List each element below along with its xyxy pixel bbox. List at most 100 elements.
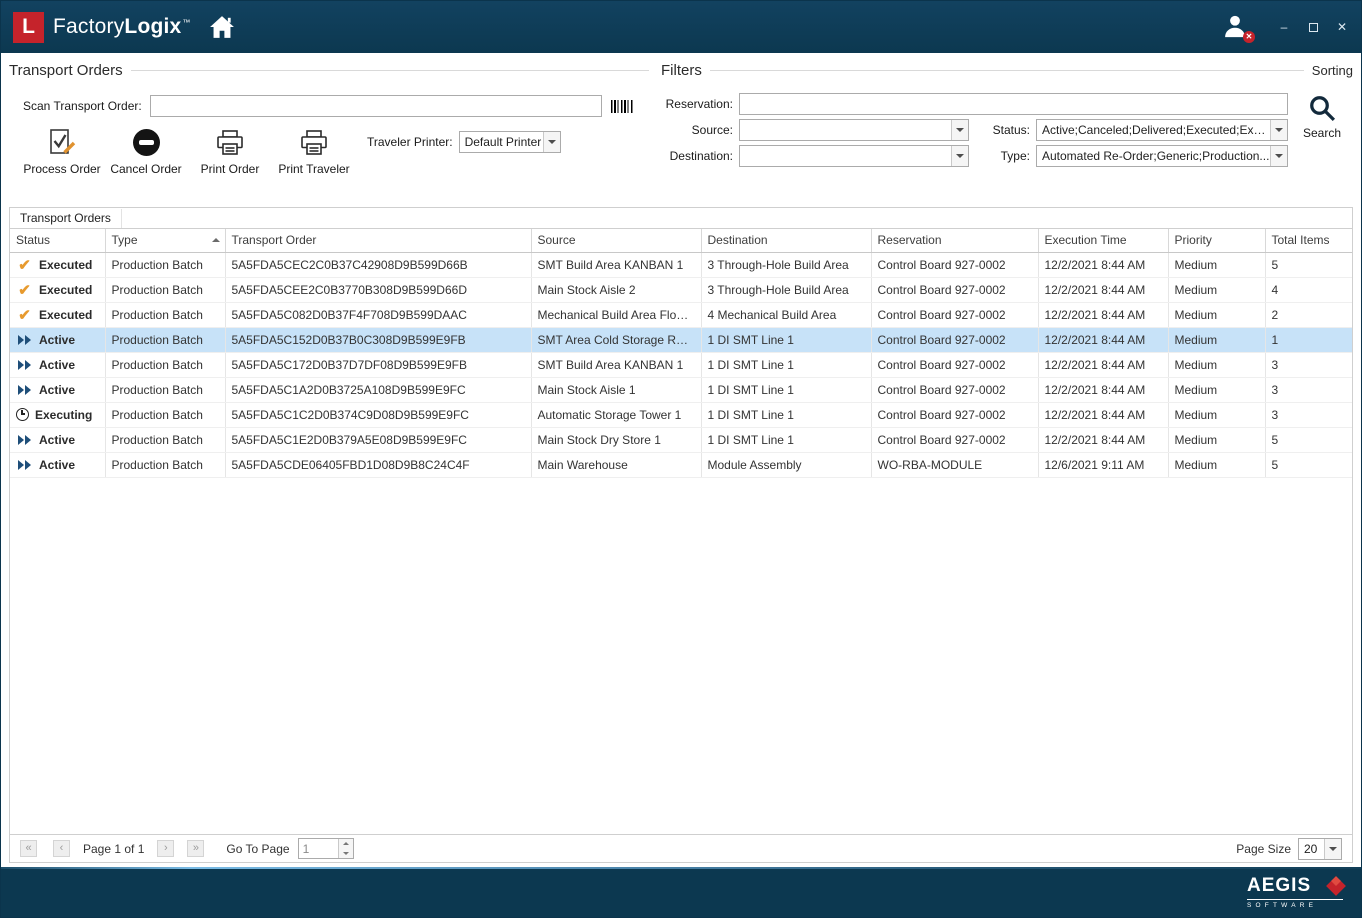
last-page-button[interactable]: » (187, 840, 204, 857)
home-button[interactable] (207, 13, 237, 41)
print-order-button[interactable]: Print Order (191, 127, 269, 176)
first-page-button[interactable]: « (20, 840, 37, 857)
scan-row: Scan Transport Order: (9, 95, 649, 117)
traveler-printer-combo[interactable]: Default Printer (459, 131, 561, 153)
table-row[interactable]: Executed Production Batch 5A5FDA5CEC2C0B… (10, 252, 1352, 277)
chevron-down-icon[interactable] (951, 146, 968, 166)
status-text: Executed (39, 283, 92, 297)
spin-down-icon[interactable] (339, 849, 353, 859)
status-combo[interactable]: Active;Canceled;Delivered;Executed;Exec.… (1036, 119, 1288, 141)
scan-transport-order-input[interactable] (150, 95, 602, 117)
total-items-cell: 1 (1265, 327, 1352, 352)
status-label: Status: (975, 123, 1030, 137)
table-row[interactable]: Active Production Batch 5A5FDA5C172D0B37… (10, 352, 1352, 377)
page-size-combo[interactable]: 20 (1298, 838, 1342, 860)
column-header-priority[interactable]: Priority (1168, 229, 1265, 252)
titlebar-right: ✕ – ✕ (1221, 12, 1349, 42)
priority-cell: Medium (1168, 402, 1265, 427)
filters-grid: Reservation: Source: Status: Active;Canc… (661, 91, 1288, 169)
table-row[interactable]: Executed Production Batch 5A5FDA5CEE2C0B… (10, 277, 1352, 302)
source-cell: Main Warehouse (531, 452, 701, 477)
priority-cell: Medium (1168, 452, 1265, 477)
traveler-printer-value: Default Printer (460, 135, 543, 149)
destination-cell: 3 Through-Hole Build Area (701, 252, 871, 277)
logo-l-icon: L (13, 12, 44, 43)
chevron-down-icon[interactable] (951, 120, 968, 140)
priority-cell: Medium (1168, 252, 1265, 277)
column-header-destination[interactable]: Destination (701, 229, 871, 252)
table-row[interactable]: Active Production Batch 5A5FDA5CDE06405F… (10, 452, 1352, 477)
close-button[interactable]: ✕ (1335, 20, 1349, 34)
search-button[interactable]: Search (1291, 93, 1353, 169)
next-page-button[interactable]: › (157, 840, 174, 857)
grid-rows: Executed Production Batch 5A5FDA5CEC2C0B… (10, 252, 1352, 477)
table-row[interactable]: Active Production Batch 5A5FDA5C152D0B37… (10, 327, 1352, 352)
execution-time-cell: 12/2/2021 8:44 AM (1038, 277, 1168, 302)
print-traveler-button[interactable]: Print Traveler (275, 127, 353, 176)
priority-cell: Medium (1168, 352, 1265, 377)
previous-page-button[interactable]: ‹ (53, 840, 70, 857)
destination-cell: 4 Mechanical Build Area (701, 302, 871, 327)
goto-page-label: Go To Page (226, 842, 289, 856)
status-icon (16, 358, 33, 372)
page-size-label: Page Size (1236, 842, 1291, 856)
user-status-button[interactable]: ✕ (1221, 12, 1251, 42)
type-combo[interactable]: Automated Re-Order;Generic;Production... (1036, 145, 1288, 167)
search-icon (1307, 93, 1337, 123)
aegis-logo: AEGIS SOFTWARE (1247, 875, 1343, 909)
main-content: Transport Orders Scan Transport Order: P… (1, 53, 1361, 867)
transport-order-cell: 5A5FDA5C152D0B37B0C308D9B599E9FB (225, 327, 531, 352)
transport-orders-panel: Transport Orders Scan Transport Order: P… (9, 59, 649, 197)
column-header-reservation[interactable]: Reservation (871, 229, 1038, 252)
brand-title: FactoryLogix™ (53, 15, 191, 39)
table-row[interactable]: Active Production Batch 5A5FDA5C1E2D0B37… (10, 427, 1352, 452)
chevron-down-icon[interactable] (1324, 839, 1341, 859)
column-header-total-items[interactable]: Total Items (1265, 229, 1352, 252)
transport-orders-panel-title: Transport Orders (9, 62, 123, 79)
column-header-status[interactable]: Status (10, 229, 105, 252)
sorting-expander[interactable]: Sorting (1312, 63, 1353, 78)
status-icon (16, 333, 33, 347)
reservation-input[interactable] (739, 93, 1288, 115)
column-header-execution-time[interactable]: Execution Time (1038, 229, 1168, 252)
cancel-order-button[interactable]: Cancel Order (107, 127, 185, 176)
goto-page-spin-buttons (338, 839, 353, 858)
column-header-transport-order[interactable]: Transport Order (225, 229, 531, 252)
spin-up-icon[interactable] (339, 839, 353, 849)
footer-bar: AEGIS SOFTWARE (1, 867, 1361, 917)
execution-time-cell: 12/2/2021 8:44 AM (1038, 302, 1168, 327)
tab-transport-orders[interactable]: Transport Orders (10, 209, 122, 228)
brand-tm: ™ (182, 18, 190, 27)
destination-cell: Module Assembly (701, 452, 871, 477)
reservation-cell: Control Board 927-0002 (871, 427, 1038, 452)
destination-combo[interactable] (739, 145, 969, 167)
table-row[interactable]: Executing Production Batch 5A5FDA5C1C2D0… (10, 402, 1352, 427)
goto-page-input[interactable] (299, 839, 338, 858)
transport-order-cell: 5A5FDA5C1A2D0B3725A108D9B599E9FC (225, 377, 531, 402)
chevron-down-icon[interactable] (543, 132, 560, 152)
table-row[interactable]: Executed Production Batch 5A5FDA5C082D0B… (10, 302, 1352, 327)
total-items-cell: 5 (1265, 452, 1352, 477)
table-row[interactable]: Active Production Batch 5A5FDA5C1A2D0B37… (10, 377, 1352, 402)
maximize-button[interactable] (1306, 20, 1320, 34)
priority-cell: Medium (1168, 427, 1265, 452)
total-items-cell: 2 (1265, 302, 1352, 327)
minimize-button[interactable]: – (1277, 20, 1291, 34)
source-combo[interactable] (739, 119, 969, 141)
column-header-source[interactable]: Source (531, 229, 701, 252)
search-label: Search (1303, 126, 1341, 140)
grid-body: Status Type Transport Order Source Desti… (10, 229, 1352, 834)
chevron-down-icon[interactable] (1270, 120, 1287, 140)
priority-cell: Medium (1168, 302, 1265, 327)
process-order-button[interactable]: Process Order (23, 127, 101, 176)
barcode-icon (611, 100, 633, 113)
column-header-type[interactable]: Type (105, 229, 225, 252)
panel-rule (131, 70, 649, 71)
reservation-label: Reservation: (661, 97, 733, 111)
aegis-underline (1247, 899, 1343, 900)
chevron-down-icon[interactable] (1270, 146, 1287, 166)
execution-time-cell: 12/2/2021 8:44 AM (1038, 427, 1168, 452)
destination-label: Destination: (661, 149, 733, 163)
print-traveler-icon (300, 127, 328, 157)
status-text: Active (39, 383, 75, 397)
